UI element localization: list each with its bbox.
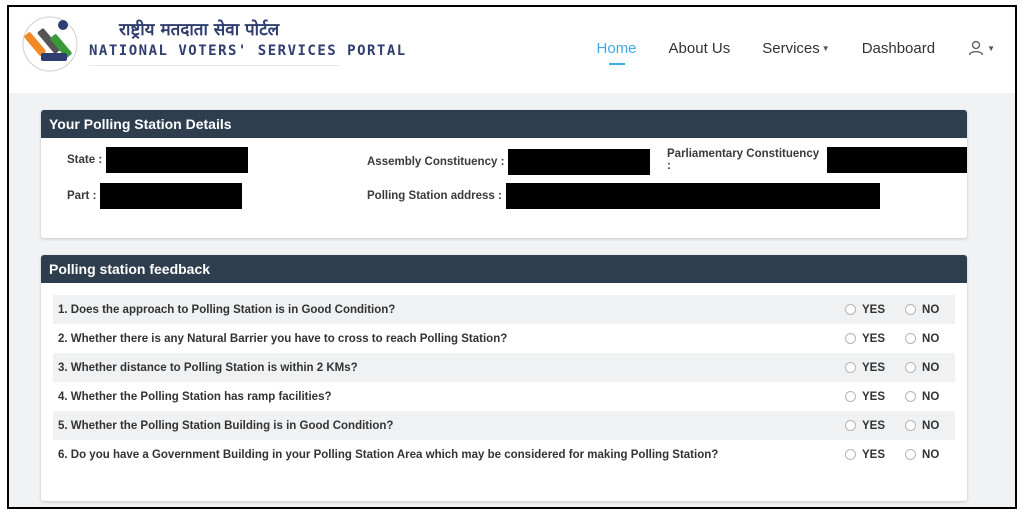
no-option[interactable]: NO [905, 391, 939, 403]
part-label: Part : [67, 190, 97, 202]
no-label: NO [922, 419, 940, 432]
nav-dashboard[interactable]: Dashboard [862, 40, 935, 57]
question-text: 4. Whether the Polling Station has ramp … [58, 390, 332, 403]
nav-services-label: Services [762, 39, 820, 57]
nav-home[interactable]: Home [596, 39, 637, 65]
no-label: NO [922, 361, 940, 374]
yes-label: YES [862, 390, 886, 403]
top-navbar: राष्ट्रीय मतदाता सेवा पोर्टल NATIONAL VO… [9, 7, 1015, 93]
part-field: Part : [67, 183, 243, 209]
state-field: State : [67, 147, 249, 173]
nav-home-label: Home [596, 39, 637, 57]
polling-station-feedback-panel: Polling station feedback 1. Does the app… [41, 255, 967, 501]
page-frame: राष्ट्रीय मतदाता सेवा पोर्टल NATIONAL VO… [7, 5, 1017, 509]
no-label: NO [922, 448, 940, 461]
caret-down-icon: ▼ [821, 43, 830, 53]
user-icon [968, 40, 984, 56]
question-text: 3. Whether distance to Polling Station i… [58, 361, 358, 374]
address-label: Polling Station address : [367, 190, 502, 202]
yes-option[interactable]: YES [845, 362, 885, 374]
brand-title-hindi: राष्ट्रीय मतदाता सेवा पोर्टल [119, 20, 280, 40]
eci-logo-icon [22, 16, 78, 72]
question-text: 5. Whether the Polling Station Building … [58, 419, 394, 432]
question-row: 3. Whether distance to Polling Station i… [53, 353, 955, 382]
brand-block: राष्ट्रीय मतदाता सेवा पोर्टल NATIONAL VO… [89, 17, 407, 66]
question-row: 5. Whether the Polling Station Building … [53, 411, 955, 440]
address-field: Polling Station address : [367, 183, 880, 209]
radio-yes[interactable] [845, 362, 856, 373]
yes-option[interactable]: YES [845, 391, 885, 403]
question-row: 4. Whether the Polling Station has ramp … [53, 382, 955, 411]
question-row: 6. Do you have a Government Building in … [53, 440, 955, 469]
no-option[interactable]: NO [905, 333, 939, 345]
feedback-question-list: 1. Does the approach to Polling Station … [53, 295, 955, 469]
nav-about-us[interactable]: About Us [669, 40, 731, 57]
yes-label: YES [862, 361, 886, 374]
question-row: 1. Does the approach to Polling Station … [53, 295, 955, 324]
details-panel-title: Your Polling Station Details [41, 110, 967, 138]
radio-yes[interactable] [845, 449, 856, 460]
answer-options: YES NO [845, 362, 939, 374]
radio-yes[interactable] [845, 391, 856, 402]
brand-underline [89, 65, 339, 66]
no-label: NO [922, 332, 940, 345]
no-option[interactable]: NO [905, 362, 939, 374]
radio-yes[interactable] [845, 333, 856, 344]
part-value-redacted [100, 183, 243, 209]
caret-down-icon: ▼ [987, 43, 995, 53]
no-label: NO [922, 303, 940, 316]
content-area: Your Polling Station Details State : Par… [9, 93, 1015, 507]
no-label: NO [922, 390, 940, 403]
question-row: 2. Whether there is any Natural Barrier … [53, 324, 955, 353]
question-text: 6. Do you have a Government Building in … [58, 448, 719, 461]
user-menu[interactable]: ▼ [967, 39, 995, 57]
parliamentary-field: Parliamentary Constituency : [667, 147, 967, 173]
radio-no[interactable] [905, 449, 917, 460]
answer-options: YES NO [845, 304, 939, 316]
brand-title-english: NATIONAL VOTERS' SERVICES PORTAL [89, 43, 407, 59]
answer-options: YES NO [845, 391, 939, 403]
assembly-field: Assembly Constituency : [367, 149, 651, 175]
polling-station-details-panel: Your Polling Station Details State : Par… [41, 110, 967, 238]
radio-no[interactable] [905, 391, 917, 402]
radio-no[interactable] [905, 420, 917, 431]
parliamentary-label: Parliamentary Constituency : [667, 148, 820, 172]
question-text: 1. Does the approach to Polling Station … [58, 303, 396, 316]
yes-option[interactable]: YES [845, 304, 885, 316]
yes-option[interactable]: YES [845, 449, 885, 461]
state-value-redacted [106, 147, 249, 173]
yes-option[interactable]: YES [845, 420, 885, 432]
radio-no[interactable] [905, 362, 917, 373]
yes-label: YES [862, 419, 886, 432]
no-option[interactable]: NO [905, 449, 939, 461]
address-value-redacted [505, 183, 880, 209]
nav-dashboard-label: Dashboard [861, 39, 936, 57]
assembly-label: Assembly Constituency : [367, 156, 505, 168]
radio-yes[interactable] [845, 304, 856, 315]
nav-about-label: About Us [668, 39, 731, 57]
no-option[interactable]: NO [905, 420, 939, 432]
no-option[interactable]: NO [905, 304, 939, 316]
yes-label: YES [862, 303, 886, 316]
yes-option[interactable]: YES [845, 333, 885, 345]
assembly-value-redacted [508, 149, 651, 175]
yes-label: YES [862, 332, 886, 345]
answer-options: YES NO [845, 420, 939, 432]
radio-no[interactable] [905, 304, 917, 315]
feedback-panel-title: Polling station feedback [41, 255, 967, 283]
parliamentary-value-redacted [827, 147, 967, 173]
answer-options: YES NO [845, 449, 939, 461]
main-nav: Home About Us Services ▼ Dashboard ▼ [565, 39, 995, 65]
answer-options: YES NO [845, 333, 939, 345]
question-text: 2. Whether there is any Natural Barrier … [58, 332, 508, 345]
radio-yes[interactable] [845, 420, 856, 431]
yes-label: YES [862, 448, 886, 461]
state-label: State : [67, 154, 103, 166]
nav-services[interactable]: Services ▼ [762, 40, 829, 57]
radio-no[interactable] [905, 333, 917, 344]
